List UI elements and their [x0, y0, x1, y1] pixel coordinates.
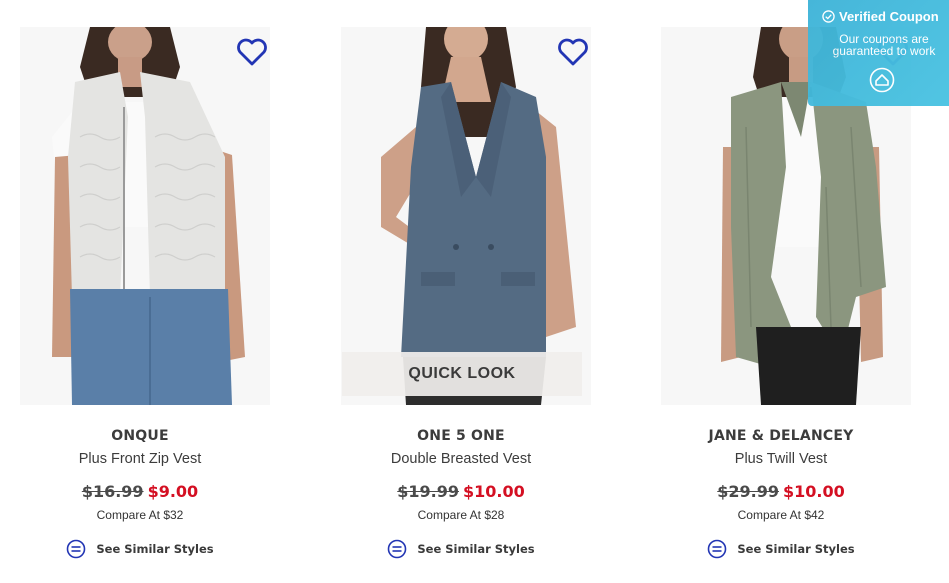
heart-icon[interactable] [557, 38, 589, 66]
see-similar-styles-label: See Similar Styles [417, 542, 535, 556]
product-grid: ONQUE Plus Front Zip Vest $16.99 $9.00 Co… [0, 0, 949, 583]
quick-look-button[interactable]: QUICK LOOK [342, 352, 582, 396]
product-card[interactable]: QUICK LOOK ONE 5 ONE Double Breasted Ves… [311, 0, 611, 583]
product-image-graphic [341, 27, 591, 405]
see-similar-styles-link[interactable]: See Similar Styles [0, 539, 290, 559]
product-prices: $16.99 $9.00 [0, 482, 290, 501]
heart-icon[interactable] [236, 38, 268, 66]
coupon-title: Verified Coupon [839, 9, 939, 24]
product-image[interactable] [20, 27, 270, 405]
similar-styles-icon [707, 539, 727, 559]
compare-at-price: Compare At $28 [417, 508, 505, 522]
see-similar-styles-link[interactable]: See Similar Styles [631, 539, 931, 559]
verified-coupon-badge[interactable]: Verified Coupon Our coupons are guarante… [808, 0, 949, 106]
sale-price: $9.00 [147, 482, 199, 501]
heart-icon-graphic [237, 38, 267, 66]
see-similar-styles-label: See Similar Styles [737, 542, 855, 556]
coupon-logo-icon [869, 67, 895, 93]
similar-styles-icon [66, 539, 86, 559]
original-price: $19.99 [397, 482, 459, 501]
product-brand[interactable]: JANE & DELANCEY [631, 428, 931, 444]
sale-price: $10.00 [783, 482, 845, 501]
similar-styles-icon [387, 539, 407, 559]
coupon-message: Our coupons are guaranteed to work [832, 32, 936, 58]
see-similar-styles-label: See Similar Styles [96, 542, 214, 556]
check-circle-icon [822, 10, 835, 23]
sale-price: $10.00 [463, 482, 525, 501]
compare-at-price: Compare At $32 [96, 508, 184, 522]
coupon-title-row: Verified Coupon [822, 9, 949, 24]
product-image[interactable] [341, 27, 591, 405]
product-card[interactable]: ONQUE Plus Front Zip Vest $16.99 $9.00 Co… [0, 0, 290, 583]
product-brand[interactable]: ONQUE [0, 428, 290, 444]
see-similar-styles-link[interactable]: See Similar Styles [311, 539, 611, 559]
original-price: $16.99 [81, 482, 144, 501]
product-name[interactable]: Plus Twill Vest [631, 451, 931, 467]
heart-icon-graphic [558, 38, 588, 66]
product-prices: $19.99 $10.00 [311, 482, 611, 501]
product-prices: $29.99 $10.00 [631, 482, 931, 501]
compare-at-price: Compare At $42 [737, 508, 825, 522]
product-name[interactable]: Double Breasted Vest [311, 451, 611, 467]
product-brand[interactable]: ONE 5 ONE [311, 428, 611, 444]
product-name[interactable]: Plus Front Zip Vest [0, 451, 290, 467]
product-image-graphic [20, 27, 270, 405]
original-price: $29.99 [717, 482, 779, 501]
